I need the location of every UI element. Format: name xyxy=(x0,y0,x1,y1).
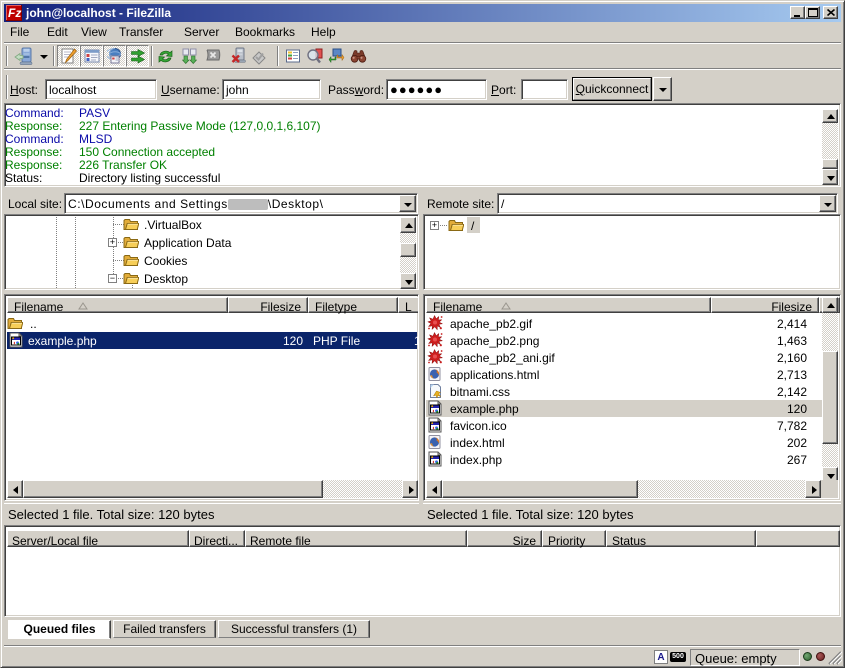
svg-text:Fz: Fz xyxy=(8,6,21,20)
